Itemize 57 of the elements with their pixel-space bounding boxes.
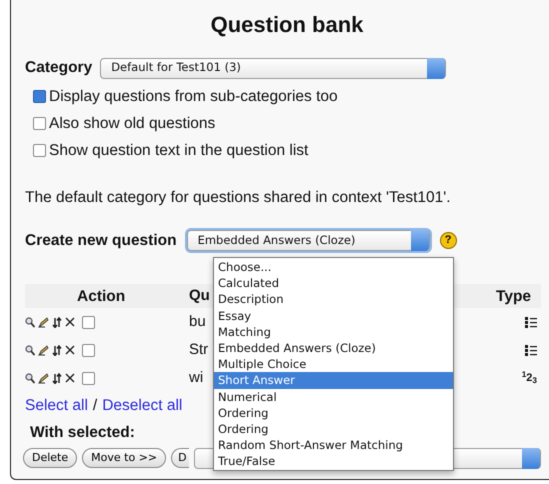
preview-icon[interactable] [25,316,35,328]
deselect-all-link[interactable]: Deselect all [102,394,182,418]
question-name: wi [189,368,204,388]
option-label: Show question text in the question list [49,140,308,161]
checkbox[interactable] [33,116,46,130]
move-icon[interactable] [52,344,62,356]
question-type-select[interactable]: Embedded Answers (Cloze) [186,230,430,252]
list-icon[interactable] [525,316,537,328]
action-button[interactable]: Move to >> [82,448,166,468]
option-label: Display questions from sub-categories too [49,86,338,107]
preview-icon[interactable] [25,344,35,356]
separator: / [92,396,98,416]
menu-item[interactable]: Ordering [214,420,453,438]
option-label: Also show old questions [49,114,216,134]
category-select[interactable]: Default for Test101 (3) [100,58,446,79]
menu-item[interactable]: Short Answer [214,372,453,388]
checkbox[interactable] [33,90,46,103]
with-selected-label: With selected: [30,423,135,444]
create-question-label: Create new question [25,230,177,251]
move-icon[interactable] [52,316,62,328]
delete-icon[interactable] [65,373,75,384]
help-icon[interactable]: ? [440,232,457,250]
menu-item[interactable]: Multiple Choice [214,356,453,372]
question-name: Str [189,340,210,360]
move-icon[interactable] [52,372,62,384]
list-icon[interactable] [525,344,537,356]
action-button[interactable]: D [171,448,189,468]
row-checkbox[interactable] [82,344,95,357]
numeric-type-label: $^{1}$2$_{3}$ [522,370,537,386]
menu-item[interactable]: Embedded Answers (Cloze) [214,340,453,356]
page-title: Question bank [210,11,364,38]
edit-icon[interactable] [38,316,49,328]
action-button[interactable]: Delete [23,448,78,468]
menu-item[interactable]: Description [214,291,453,308]
menu-item[interactable]: Choose... [214,259,453,276]
menu-item[interactable]: Essay [214,308,453,324]
select-all-link[interactable]: Select all [25,394,88,418]
row-checkbox[interactable] [82,372,95,385]
question-name: bu [189,312,207,332]
menu-item[interactable]: Calculated [214,275,453,292]
column-header: Qu [189,286,211,306]
context-note: The default category for questions shared in context 'Test101'. [25,188,452,208]
row-checkbox[interactable] [82,316,95,329]
delete-icon[interactable] [65,317,75,328]
checkbox[interactable] [33,144,46,157]
menu-item[interactable]: Matching [214,324,453,340]
column-header: Type [496,286,532,307]
menu-item[interactable]: Numerical [214,388,453,405]
category-label: Category [25,58,92,78]
edit-icon[interactable] [38,372,49,384]
menu-item[interactable]: Random Short-Answer Matching [214,437,453,454]
preview-icon[interactable] [25,372,35,384]
column-header: Action [77,286,126,307]
menu-item[interactable]: Ordering [214,404,453,421]
menu-item[interactable]: True/False [214,453,453,470]
edit-icon[interactable] [38,344,49,356]
delete-icon[interactable] [65,345,75,356]
